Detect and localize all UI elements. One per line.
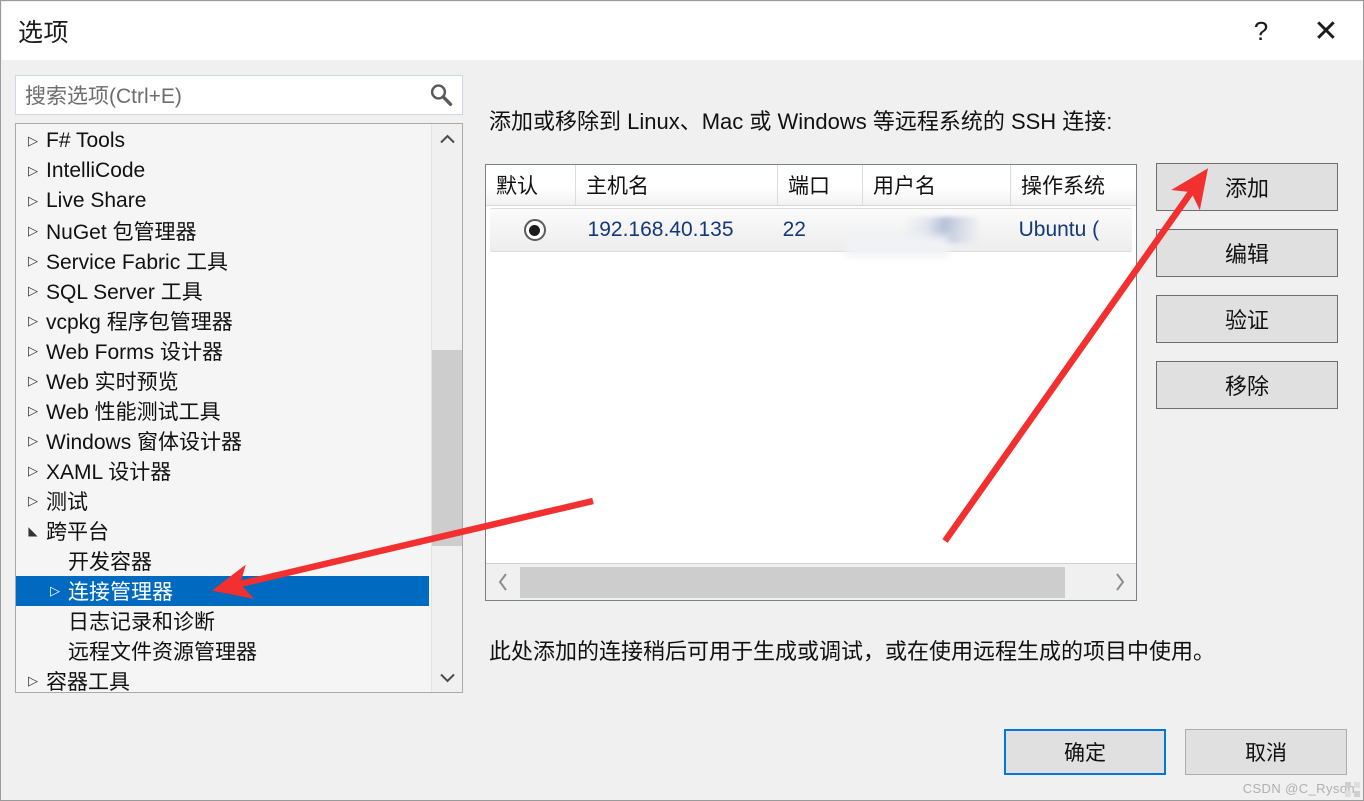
column-header-0[interactable]: 默认: [486, 165, 576, 205]
triangle-right-icon[interactable]: ▷: [22, 463, 44, 479]
default-radio[interactable]: [523, 219, 546, 241]
radio-dot-icon: [529, 224, 541, 236]
tree-item-13[interactable]: ◢ 跨平台: [16, 516, 431, 546]
tree-item-7[interactable]: ▷ Web Forms 设计器: [16, 336, 431, 366]
triangle-right-icon[interactable]: ▷: [22, 223, 44, 239]
tree-item-label: 开发容器: [68, 551, 152, 574]
tree-scrollbar[interactable]: [431, 124, 462, 692]
tree-item-label: 测试: [46, 491, 88, 514]
cell-os: Ubuntu (: [1018, 218, 1100, 241]
triangle-right-icon[interactable]: ▷: [22, 313, 44, 329]
options-tree[interactable]: ▷ F# Tools ▷ IntelliCode ▷ Live Share ▷ NuGet 包…: [16, 126, 431, 693]
watermark: CSDN @C_Ryson: [1242, 781, 1355, 796]
close-button[interactable]: ✕: [1289, 2, 1363, 60]
tree-item-2[interactable]: ▷ Live Share: [16, 186, 431, 216]
connection-actions: 添加 编辑 验证 移除: [1156, 163, 1338, 427]
watermark-blocks-icon: [1345, 782, 1361, 798]
cell-hostname: 192.168.40.135: [587, 218, 734, 241]
side-button-1[interactable]: 编辑: [1156, 229, 1338, 277]
table-row[interactable]: 192.168.40.135 22 Ubuntu (: [490, 208, 1132, 257]
connections-table: 默认 主机名 端口 用户名 操作系统 192.168.40.135 22 Ubuntu …: [485, 164, 1137, 601]
triangle-right-icon[interactable]: ▷: [44, 583, 66, 599]
tree-item-3[interactable]: ▷ NuGet 包管理器: [16, 216, 431, 246]
triangle-right-icon[interactable]: ▷: [22, 493, 44, 509]
tree-item-label: Web 实时预览: [46, 371, 179, 394]
tree-item-label: 容器工具: [46, 671, 130, 693]
chevron-down-icon[interactable]: [432, 662, 462, 692]
window-controls: ? ✕: [1233, 2, 1363, 60]
tree-item-6[interactable]: ▷ vcpkg 程序包管理器: [16, 306, 431, 336]
column-header-4[interactable]: 操作系统: [1011, 165, 1136, 205]
tree-item-label: IntelliCode: [46, 159, 146, 182]
tree-scrollbar-thumb[interactable]: [432, 350, 462, 546]
tree-item-1[interactable]: ▷ IntelliCode: [16, 156, 431, 186]
tree-item-label: XAML 设计器: [46, 461, 172, 484]
tree-item-label: Web Forms 设计器: [46, 341, 223, 364]
triangle-right-icon[interactable]: ▷: [22, 193, 44, 209]
triangle-down-icon[interactable]: ◢: [22, 524, 44, 538]
tree-item-label: SQL Server 工具: [46, 281, 203, 304]
options-dialog: 选项 ? ✕ 搜索选项(Ctrl+E) ▷ F# Tools ▷ IntelliCod…: [0, 0, 1364, 801]
column-header-2[interactable]: 端口: [778, 165, 863, 205]
search-options-box[interactable]: 搜索选项(Ctrl+E): [15, 75, 463, 115]
tree-item-label: 日志记录和诊断: [68, 611, 215, 634]
side-button-2[interactable]: 验证: [1156, 295, 1338, 343]
tree-item-label: vcpkg 程序包管理器: [46, 311, 233, 334]
triangle-right-icon[interactable]: ▷: [22, 283, 44, 299]
tree-item-12[interactable]: ▷ 测试: [16, 486, 431, 516]
search-icon: [420, 76, 462, 114]
options-tree-panel: ▷ F# Tools ▷ IntelliCode ▷ Live Share ▷ NuGet 包…: [15, 123, 463, 693]
tree-item-label: 连接管理器: [68, 581, 173, 604]
tree-item-9[interactable]: ▷ Web 性能测试工具: [16, 396, 431, 426]
table-header-row: 默认 主机名 端口 用户名 操作系统: [486, 165, 1136, 206]
pane-description: 添加或移除到 Linux、Mac 或 Windows 等远程系统的 SSH 连接…: [489, 109, 1113, 134]
tree-item-18[interactable]: ▷ 容器工具: [16, 666, 431, 693]
triangle-right-icon[interactable]: ▷: [22, 373, 44, 389]
dialog-title: 选项: [18, 19, 70, 47]
tree-item-label: Live Share: [46, 189, 147, 212]
tree-item-label: 跨平台: [46, 521, 109, 544]
redaction-smudge: [845, 235, 949, 257]
ok-button[interactable]: 确定: [1004, 729, 1166, 775]
tree-item-16[interactable]: 日志记录和诊断: [16, 606, 431, 636]
triangle-right-icon[interactable]: ▷: [22, 403, 44, 419]
triangle-right-icon[interactable]: ▷: [22, 673, 44, 689]
tree-item-14[interactable]: 开发容器: [16, 546, 431, 576]
column-header-3[interactable]: 用户名: [863, 165, 1011, 205]
triangle-right-icon[interactable]: ▷: [22, 163, 44, 179]
tree-item-label: 远程文件资源管理器: [68, 641, 257, 664]
tree-item-label: Windows 窗体设计器: [46, 431, 243, 454]
title-bar: 选项 ? ✕: [2, 2, 1363, 60]
tree-item-label: F# Tools: [46, 129, 125, 152]
tree-item-8[interactable]: ▷ Web 实时预览: [16, 366, 431, 396]
chevron-left-icon[interactable]: [486, 564, 520, 601]
help-button[interactable]: ?: [1233, 2, 1289, 60]
triangle-right-icon[interactable]: ▷: [22, 253, 44, 269]
tree-item-0[interactable]: ▷ F# Tools: [16, 126, 431, 156]
tree-item-11[interactable]: ▷ XAML 设计器: [16, 456, 431, 486]
tree-item-4[interactable]: ▷ Service Fabric 工具: [16, 246, 431, 276]
tree-item-10[interactable]: ▷ Windows 窗体设计器: [16, 426, 431, 456]
side-button-0[interactable]: 添加: [1156, 163, 1338, 211]
tree-item-15[interactable]: ▷ 连接管理器: [16, 576, 429, 606]
side-button-3[interactable]: 移除: [1156, 361, 1338, 409]
table-horizontal-scrollbar[interactable]: [486, 563, 1136, 600]
dialog-buttons: 确定 取消: [1004, 729, 1347, 775]
tree-item-label: NuGet 包管理器: [46, 221, 197, 244]
cancel-button[interactable]: 取消: [1185, 729, 1347, 775]
column-header-1[interactable]: 主机名: [576, 165, 778, 205]
chevron-right-icon[interactable]: [1102, 564, 1136, 601]
tree-item-label: Web 性能测试工具: [46, 401, 221, 424]
footer-note: 此处添加的连接稍后可用于生成或调试，或在使用远程生成的项目中使用。: [489, 639, 1216, 664]
chevron-up-icon[interactable]: [432, 124, 462, 154]
cell-default[interactable]: [490, 209, 580, 251]
tree-item-label: Service Fabric 工具: [46, 251, 229, 274]
triangle-right-icon[interactable]: ▷: [22, 433, 44, 449]
tree-item-17[interactable]: 远程文件资源管理器: [16, 636, 431, 666]
triangle-right-icon[interactable]: ▷: [22, 133, 44, 149]
triangle-right-icon[interactable]: ▷: [22, 343, 44, 359]
search-input[interactable]: 搜索选项(Ctrl+E): [16, 80, 420, 110]
tree-item-5[interactable]: ▷ SQL Server 工具: [16, 276, 431, 306]
hscrollbar-thumb[interactable]: [520, 566, 1065, 598]
